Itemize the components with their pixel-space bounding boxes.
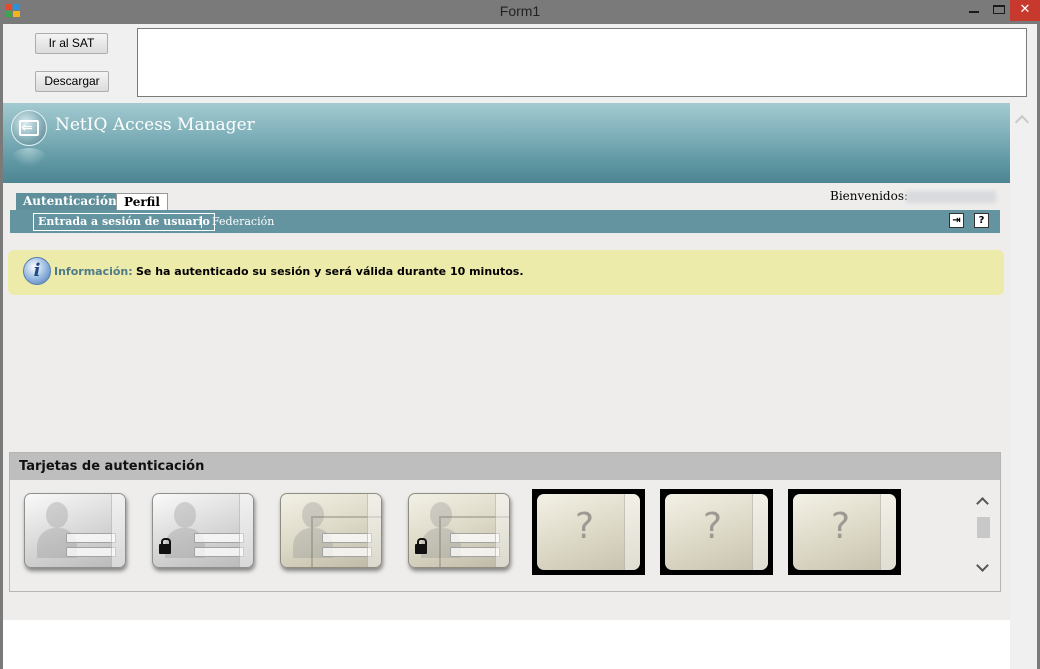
close-button[interactable]: ✕ [1010, 0, 1040, 21]
unknown-card-icon[interactable]: ? [532, 489, 645, 575]
portal-header: ⇐ NetIQ Access Manager [3, 103, 1010, 183]
output-textbox[interactable] [137, 28, 1027, 97]
web-browser-control: ⇐ NetIQ Access Manager Autenticación Per… [3, 103, 1010, 620]
info-label: Información: [54, 265, 133, 278]
help-icon[interactable]: ? [974, 213, 989, 228]
question-mark-icon: ? [703, 506, 723, 547]
scroll-down-icon[interactable] [976, 559, 989, 572]
descargar-button[interactable]: Descargar [35, 71, 109, 92]
question-mark-icon: ? [831, 506, 851, 547]
user-card-locked-icon[interactable] [152, 493, 254, 568]
maximize-icon [993, 5, 1005, 14]
lock-icon [159, 538, 171, 554]
minimize-icon [969, 11, 979, 13]
user-doc-card-locked-icon[interactable] [408, 493, 510, 568]
logout-icon[interactable]: ⇥ [949, 213, 964, 228]
info-message: Se ha autenticado su sesión y será válid… [136, 265, 524, 278]
form-control-area: Ir al SAT Descargar [3, 24, 1037, 103]
question-mark-icon: ? [575, 506, 595, 547]
subtab-separator [201, 216, 202, 228]
user-doc-card-icon[interactable] [280, 493, 382, 568]
netiq-logo-icon: ⇐ [11, 110, 47, 146]
cards-scrollbar[interactable] [972, 493, 994, 577]
lock-icon [415, 538, 427, 554]
maximize-button[interactable] [988, 0, 1010, 21]
welcome-label: Bienvenidos: [830, 189, 909, 203]
minimize-button[interactable] [960, 0, 988, 21]
tab-perfil[interactable]: Perfil [116, 193, 168, 210]
auth-cards-title: Tarjetas de autenticación [19, 459, 205, 474]
unknown-card-icon[interactable]: ? [788, 489, 901, 575]
info-icon: i [23, 257, 51, 285]
auth-cards-panel: Tarjetas de autenticación ? ? ? [9, 452, 1001, 592]
scroll-thumb[interactable] [977, 517, 990, 538]
window-titlebar: Form1 ✕ [0, 0, 1040, 24]
chevron-up-icon[interactable] [1014, 114, 1030, 130]
browser-vertical-scrollbar[interactable] [1010, 103, 1037, 669]
browser-blank-area [3, 620, 1010, 669]
info-message-bar: i Información: Se ha autenticado su sesi… [8, 250, 1004, 295]
unknown-card-icon[interactable]: ? [660, 489, 773, 575]
portal-title: NetIQ Access Manager [55, 115, 255, 135]
auth-cards-header: Tarjetas de autenticación [10, 453, 1000, 480]
window-title: Form1 [499, 3, 541, 19]
subtab-entrada-sesion[interactable]: Entrada a sesión de usuario [33, 213, 215, 231]
welcome-username-blurred [906, 191, 996, 203]
close-icon: ✕ [1019, 2, 1031, 17]
logo-reflection [11, 148, 47, 168]
subtab-bar: Entrada a sesión de usuario Federación ⇥… [10, 210, 1000, 233]
ir-al-sat-button[interactable]: Ir al SAT [35, 33, 108, 54]
user-card-icon[interactable] [24, 493, 126, 568]
subtab-federacion[interactable]: Federación [212, 215, 274, 228]
tab-autenticacion[interactable]: Autenticación [16, 193, 124, 210]
scroll-up-icon[interactable] [976, 497, 989, 510]
